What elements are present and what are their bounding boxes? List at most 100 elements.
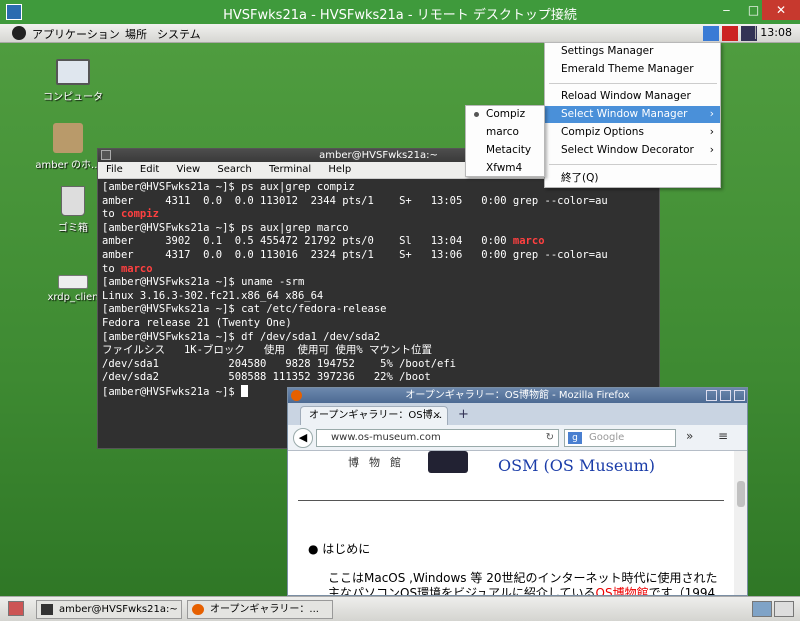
menu-search[interactable]: Search: [217, 164, 251, 175]
terminal-text: Fedora release 21 (Twenty One): [102, 316, 292, 329]
terminal-text: ファイルシス 1K-ブロック 使用 使用可 使用% マウント位置: [102, 344, 433, 357]
menu-item-select-window-manager[interactable]: Select Window Manager ›: [545, 106, 720, 123]
firefox-title: オープンギャラリー：OS博物館 - Mozilla Firefox: [405, 390, 630, 401]
submenu-arrow-icon: ›: [709, 144, 714, 156]
terminal-text: amber 4317 0.0 0.0 113016 2324 pts/1 S+ …: [102, 248, 608, 261]
workspace-1[interactable]: [752, 601, 772, 617]
menu-item-label: Emerald Theme Manager: [561, 63, 694, 75]
menu-places[interactable]: 場所: [125, 26, 147, 42]
menu-view[interactable]: View: [176, 164, 200, 175]
submenu-item-xfwm4[interactable]: Xfwm4: [466, 160, 544, 177]
terminal-text: [amber@HVSFwks21a ~]$ ps aux|grep marco: [102, 221, 349, 234]
task-terminal[interactable]: amber@HVSFwks21a:~: [36, 600, 182, 619]
menu-item-settings-manager[interactable]: Settings Manager: [545, 43, 720, 60]
menu-system[interactable]: システム: [157, 26, 201, 42]
menu-item-label: Select Window Manager: [561, 108, 688, 120]
intro-heading: ● はじめに: [308, 542, 371, 556]
rdp-window-title: HVSFwks21a - HVSFwks21a - リモート デスクトップ接続: [223, 8, 577, 23]
desktop-icon-home[interactable]: amber のホ...: [33, 123, 103, 171]
window-manager-tray-icon[interactable]: [703, 26, 719, 41]
workspace-2[interactable]: [774, 601, 794, 617]
menu-terminal[interactable]: Terminal: [269, 164, 311, 175]
scrollbar-thumb[interactable]: [737, 481, 745, 507]
hamburger-menu-icon[interactable]: ≡: [718, 429, 728, 443]
gnome-foot-icon[interactable]: [12, 26, 26, 40]
desktop-icon-computer[interactable]: コンピュータ: [38, 59, 108, 103]
terminal-text: compiz: [120, 208, 159, 221]
terminal-text: Linux 3.16.3-302.fc21.x86_64 x86_64: [102, 289, 324, 302]
menu-item-select-window-decorator[interactable]: Select Window Decorator ›: [545, 142, 720, 159]
menu-item-label: Settings Manager: [561, 45, 654, 57]
os-museum-link[interactable]: OS博物館: [596, 586, 649, 595]
menu-file[interactable]: File: [106, 164, 123, 175]
submenu-item-label: marco: [486, 126, 519, 138]
task-firefox[interactable]: オープンギャラリー：...: [187, 600, 333, 619]
menu-item-quit[interactable]: 終了(Q): [545, 170, 720, 187]
terminal-text: [amber@HVSFwks21a ~]$ df /dev/sda1 /dev/…: [102, 330, 381, 343]
logo-kanji: 博物館: [348, 456, 411, 469]
submenu-item-label: Xfwm4: [486, 162, 523, 174]
drive-icon: [58, 275, 88, 289]
submenu-item-marco[interactable]: marco: [466, 124, 544, 141]
scrollbar[interactable]: [734, 451, 747, 595]
new-tab-button[interactable]: +: [458, 407, 469, 422]
tab-close-icon[interactable]: ×: [433, 407, 441, 425]
clock[interactable]: 13:08: [755, 26, 796, 39]
terminal-title: amber@HVSFwks21a:~: [319, 150, 438, 161]
firefox-close-icon[interactable]: [734, 390, 745, 401]
terminal-icon: [41, 604, 53, 615]
menu-edit[interactable]: Edit: [140, 164, 159, 175]
show-desktop-icon[interactable]: [8, 601, 24, 616]
divider: [298, 500, 724, 501]
terminal-cursor: [241, 384, 249, 397]
submenu-item-compiz[interactable]: Compiz: [466, 106, 544, 123]
menu-item-reload-window-manager[interactable]: Reload Window Manager: [545, 88, 720, 105]
terminal-text: /dev/sda2 508588 111352 397236 22% /boot: [102, 371, 431, 384]
page-content: 博物館 OSM (OS Museum) ● はじめに ここはMacOS ,Win…: [288, 451, 734, 596]
record-tray-icon[interactable]: [722, 26, 738, 41]
menu-item-emerald-theme-manager[interactable]: Emerald Theme Manager: [545, 61, 720, 78]
trash-icon: [61, 186, 85, 216]
menu-item-compiz-options[interactable]: Compiz Options ›: [545, 124, 720, 141]
task-label: オープンギャラリー：...: [210, 604, 319, 615]
search-input[interactable]: g Google: [564, 429, 676, 447]
computer-icon: [56, 59, 90, 85]
rdp-title-bar: HVSFwks21a - HVSFwks21a - リモート デスクトップ接続 …: [0, 0, 800, 24]
task-label: amber@HVSFwks21a:~: [59, 604, 178, 615]
window-manager-menu: Settings Manager Emerald Theme Manager R…: [544, 42, 721, 188]
home-folder-icon: [53, 123, 83, 153]
back-button[interactable]: ◀: [293, 428, 313, 448]
submenu-item-label: Metacity: [486, 144, 532, 156]
terminal-menu-icon[interactable]: [101, 150, 111, 160]
firefox-maximize-icon[interactable]: [720, 390, 731, 401]
terminal-text: amber 4311 0.0 0.0 113012 2344 pts/1 S+ …: [102, 194, 608, 207]
firefox-icon: [192, 604, 204, 615]
firefox-window[interactable]: オープンギャラリー：OS博物館 - Mozilla Firefox オープンギャ…: [287, 387, 748, 596]
terminal-text: to: [102, 208, 121, 221]
close-button[interactable]: ✕: [762, 0, 800, 20]
terminal-output[interactable]: [amber@HVSFwks21a ~]$ ps aux|grep compiz…: [98, 179, 659, 402]
submenu-item-metacity[interactable]: Metacity: [466, 142, 544, 159]
terminal-text: /dev/sda1 204580 9828 194752 5% /boot/ef…: [102, 357, 457, 370]
url-bar[interactable]: www.os-museum.com ↻: [316, 429, 559, 447]
menu-item-label: Select Window Decorator: [561, 144, 694, 156]
tab-os-museum[interactable]: オープンギャラリー：OS博... ×: [300, 406, 448, 425]
firefox-minimize-icon[interactable]: [706, 390, 717, 401]
intro-line-1: ここはMacOS ,Windows 等 20世紀のインターネット時代に使用された: [328, 571, 718, 585]
terminal-text: [amber@HVSFwks21a ~]$ ps aux|grep compiz: [102, 181, 355, 193]
menu-item-label: 終了(Q): [561, 172, 599, 184]
menu-help[interactable]: Help: [328, 164, 351, 175]
minimize-button[interactable]: ‒: [713, 0, 740, 20]
terminal-text: [amber@HVSFwks21a ~]$ uname -srm: [102, 276, 305, 289]
firefox-icon: [291, 390, 302, 401]
firefox-title-bar[interactable]: オープンギャラリー：OS博物館 - Mozilla Firefox: [288, 388, 747, 403]
reload-icon[interactable]: ↻: [546, 430, 554, 446]
submenu-item-label: Compiz: [486, 108, 526, 120]
google-icon[interactable]: g: [568, 432, 582, 444]
overflow-chevron-icon[interactable]: »: [686, 429, 693, 443]
desktop-icon-label: xrdp_clien: [47, 292, 99, 303]
menu-applications[interactable]: アプリケーション: [32, 26, 120, 42]
top-panel: アプリケーション 場所 システム 13:08: [0, 24, 800, 43]
intro-line-2a: 主なパソコンOS環境をビジュアルに紹介している: [328, 586, 596, 596]
menu-separator: [549, 164, 717, 165]
